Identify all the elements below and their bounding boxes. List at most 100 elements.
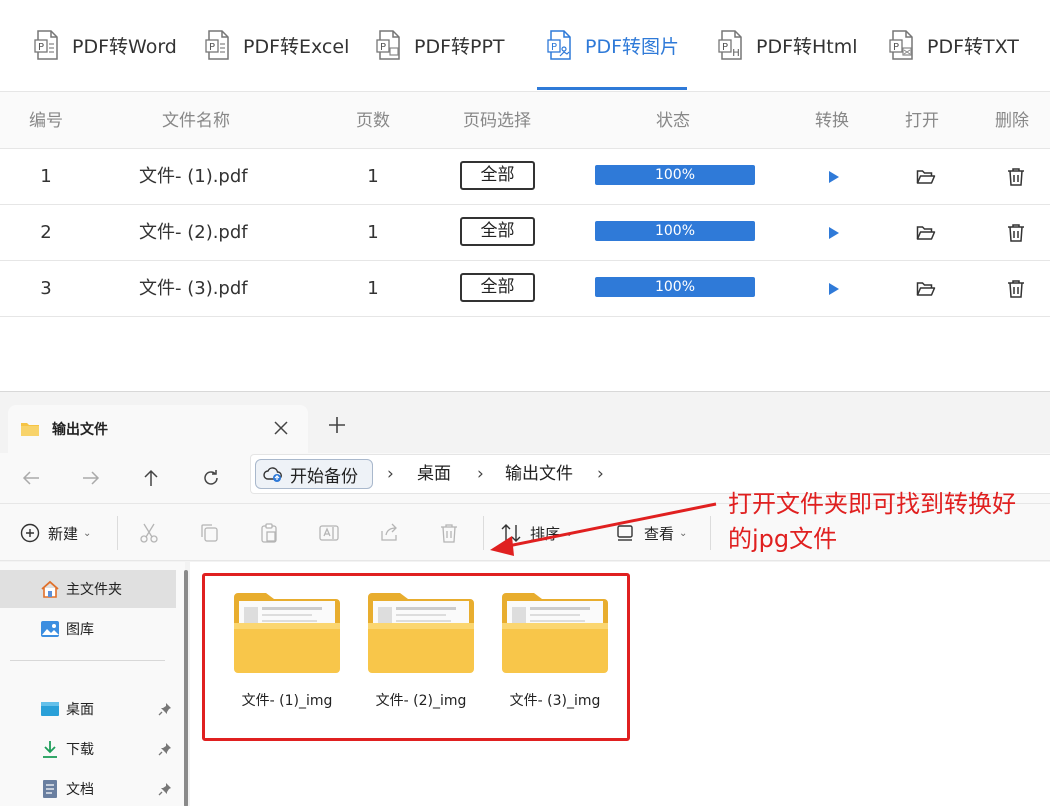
tab-underline — [34, 87, 184, 90]
plus-icon[interactable] — [326, 414, 348, 436]
progress-bar: 100% — [595, 277, 755, 297]
pdf-word-icon: P — [34, 30, 58, 60]
paste-icon[interactable] — [258, 522, 280, 544]
pin-icon[interactable] — [158, 742, 172, 756]
row-pages: 1 — [367, 166, 379, 187]
folder-open-icon — [916, 170, 936, 184]
folder-icon — [502, 593, 608, 673]
tab-underline — [537, 87, 687, 90]
tab-underline — [376, 87, 526, 90]
play-icon — [829, 171, 839, 183]
sidebar-item-label: 图库 — [66, 622, 94, 638]
folder-label: 文件- (3)_img — [509, 693, 601, 709]
copy-icon[interactable] — [198, 522, 220, 544]
refresh-button[interactable] — [198, 465, 224, 491]
start-backup-button[interactable]: 开始备份 — [255, 459, 373, 489]
convert-play-button[interactable] — [822, 278, 844, 300]
sidebar-scrollbar[interactable] — [184, 570, 188, 806]
explorer-tab-title: 输出文件 — [52, 422, 108, 438]
pin-icon[interactable] — [158, 702, 172, 716]
breadcrumb-output-folder[interactable]: 输出文件 — [505, 455, 573, 493]
folder-item[interactable]: 文件- (3)_img — [500, 587, 610, 709]
close-icon[interactable] — [272, 419, 290, 437]
tab-pdf-excel[interactable]: P PDF转Excel — [205, 0, 355, 90]
page-select-button[interactable]: 全部 — [460, 217, 535, 246]
tab-label: PDF转Excel — [243, 35, 350, 58]
converter-tabs: P PDF转Word P PDF转Excel P PDF转PPT P PDF转图… — [0, 0, 1050, 90]
tab-label: PDF转Word — [72, 35, 177, 58]
convert-play-button[interactable] — [822, 166, 844, 188]
refresh-icon — [204, 470, 218, 485]
breadcrumb-desktop[interactable]: 桌面 — [417, 455, 451, 493]
svg-text:H: H — [732, 48, 740, 59]
tab-pdf-html[interactable]: PH PDF转Html — [718, 0, 868, 90]
row-index: 1 — [40, 166, 52, 187]
explorer-tab[interactable]: 输出文件 — [8, 405, 308, 453]
open-folder-button[interactable] — [915, 166, 937, 188]
cut-icon[interactable] — [138, 522, 160, 544]
trash-icon — [1008, 280, 1024, 298]
tab-pdf-txt[interactable]: P PDF转TXT — [889, 0, 1039, 90]
folder-icon — [234, 593, 340, 673]
progress-bar: 100% — [595, 165, 755, 185]
annotation-line-2: 的jpg文件 — [728, 525, 838, 553]
convert-play-button[interactable] — [822, 222, 844, 244]
trash-icon — [1008, 168, 1024, 186]
open-folder-button[interactable] — [915, 278, 937, 300]
tab-underline — [205, 87, 355, 90]
play-icon — [829, 227, 839, 239]
chevron-down-icon: ⌄ — [679, 527, 688, 539]
row-file-name: 文件- (3).pdf — [139, 278, 248, 299]
header-page-select: 页码选择 — [463, 111, 531, 131]
plus-circle-icon — [20, 523, 40, 543]
breadcrumb-separator: › — [387, 464, 394, 484]
navigation-pane: 主文件夹 图库 桌面 下载 文档 — [0, 562, 185, 806]
breadcrumb-separator: › — [477, 464, 484, 484]
header-delete: 删除 — [995, 111, 1029, 131]
page-select-button[interactable]: 全部 — [460, 273, 535, 302]
delete-icon[interactable] — [438, 522, 460, 544]
row-pages: 1 — [367, 222, 379, 243]
delete-button[interactable] — [1005, 278, 1027, 300]
page-select-button[interactable]: 全部 — [460, 161, 535, 190]
view-label: 查看 — [644, 524, 675, 543]
sidebar-item-documents[interactable]: 文档 — [0, 770, 176, 806]
tab-underline — [889, 87, 1039, 90]
row-file-name: 文件- (2).pdf — [139, 222, 248, 243]
folder-content-area: 文件- (1)_img 文件- (2)_img 文件- (3)_img — [190, 562, 1050, 806]
back-button[interactable] — [18, 465, 44, 491]
sidebar-item-gallery[interactable]: 图库 — [0, 610, 176, 648]
share-icon[interactable] — [378, 522, 400, 544]
view-button[interactable]: 查看 ⌄ — [616, 520, 687, 546]
open-folder-button[interactable] — [915, 222, 937, 244]
annotation-text: 打开文件夹即可找到转换好 的jpg文件 — [728, 487, 1050, 557]
folder-item[interactable]: 文件- (1)_img — [232, 587, 342, 709]
rename-icon[interactable] — [318, 522, 340, 544]
tab-pdf-ppt[interactable]: P PDF转PPT — [376, 0, 526, 90]
pdf-html-icon: PH — [718, 30, 742, 60]
pin-icon[interactable] — [158, 782, 172, 796]
delete-button[interactable] — [1005, 166, 1027, 188]
divider — [710, 516, 711, 550]
sidebar-item-downloads[interactable]: 下载 — [0, 730, 176, 768]
tab-pdf-word[interactable]: P PDF转Word — [34, 0, 184, 90]
arrow-left-icon — [22, 471, 39, 485]
view-icon — [617, 525, 633, 541]
table-row: 1 文件- (1).pdf 1 全部 100% — [0, 149, 1050, 205]
folder-item[interactable]: 文件- (2)_img — [366, 587, 476, 709]
up-button[interactable] — [138, 465, 164, 491]
sidebar-item-desktop[interactable]: 桌面 — [0, 690, 176, 728]
folder-icon — [368, 593, 474, 673]
sidebar-item-home[interactable]: 主文件夹 — [0, 570, 176, 608]
table-row: 2 文件- (2).pdf 1 全部 100% — [0, 205, 1050, 261]
sidebar-item-label: 桌面 — [66, 702, 94, 718]
tab-pdf-image[interactable]: P PDF转图片 — [537, 0, 687, 90]
progress-text: 100% — [654, 167, 696, 183]
delete-button[interactable] — [1005, 222, 1027, 244]
forward-button[interactable] — [78, 465, 104, 491]
new-button[interactable]: 新建 ⌄ — [20, 520, 91, 546]
sort-button[interactable]: 排序 ⌄ — [500, 520, 573, 546]
arrow-up-icon — [144, 469, 158, 486]
row-index: 2 — [40, 222, 52, 243]
download-icon — [43, 741, 57, 758]
